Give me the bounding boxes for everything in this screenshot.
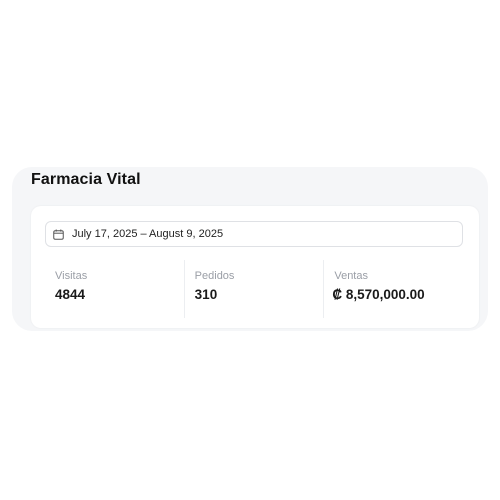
stats-card: July 17, 2025 – August 9, 2025 Visitas 4…: [31, 206, 479, 328]
stat-sales-label: Ventas: [334, 270, 368, 282]
stat-visits-label: Visitas: [55, 270, 88, 282]
stat-orders-value: 310: [194, 287, 218, 302]
date-range-label: July 17, 2025 – August 9, 2025: [72, 228, 224, 240]
stat-sales-value: ₡ 8,570,000.00: [332, 287, 425, 302]
date-range-picker[interactable]: July 17, 2025 – August 9, 2025: [45, 221, 463, 247]
stat-sales: Ventas ₡ 8,570,000.00: [323, 260, 463, 318]
store-title: Farmacia Vital: [31, 171, 141, 188]
stat-visits-value: 4844: [55, 287, 86, 302]
stat-orders: Pedidos 310: [183, 260, 324, 318]
stat-visits: Visitas 4844: [45, 260, 184, 318]
calendar-icon: [53, 229, 64, 240]
stats-row: Visitas 4844 Pedidos 310 Ventas ₡ 8,570,…: [45, 260, 463, 318]
store-summary-panel: Farmacia Vital July 17, 2025 – August 9,…: [12, 167, 488, 331]
stat-orders-label: Pedidos: [194, 270, 235, 282]
